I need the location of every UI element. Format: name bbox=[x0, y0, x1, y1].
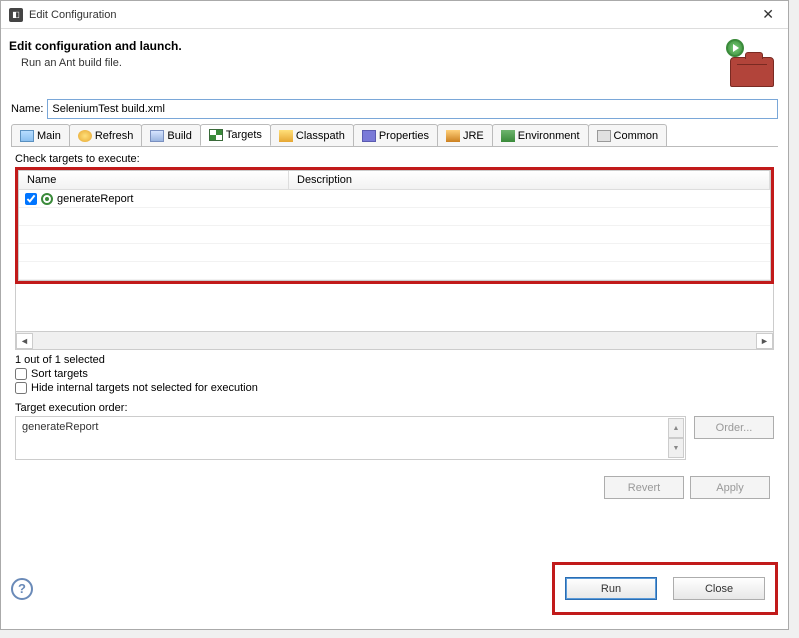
header-subtitle: Run an Ant build file. bbox=[9, 57, 720, 69]
edit-configuration-dialog: ◧ Edit Configuration ✕ Edit configuratio… bbox=[0, 0, 789, 630]
classpath-icon bbox=[279, 130, 293, 142]
execution-order-text: generateReport ▲ ▼ bbox=[15, 416, 686, 460]
execution-order-row: generateReport ▲ ▼ Order... bbox=[15, 416, 774, 460]
tab-bar: Main Refresh Build Targets Classpath Pro… bbox=[11, 123, 778, 147]
sort-targets-row: Sort targets bbox=[15, 368, 774, 380]
execution-order-label: Target execution order: bbox=[15, 402, 774, 414]
tab-common[interactable]: Common bbox=[588, 124, 668, 146]
table-row[interactable]: generateReport bbox=[19, 190, 770, 208]
content: Name: Main Refresh Build Targets Classpa… bbox=[1, 95, 788, 511]
close-button[interactable]: Close bbox=[673, 577, 765, 600]
run-close-highlight-box: Run Close bbox=[552, 562, 778, 615]
tab-refresh[interactable]: Refresh bbox=[69, 124, 143, 146]
col-description[interactable]: Description bbox=[289, 171, 770, 189]
header-text: Edit configuration and launch. Run an An… bbox=[9, 39, 720, 69]
table-row-empty bbox=[19, 244, 770, 262]
targets-panel: Check targets to execute: Name Descripti… bbox=[11, 147, 778, 503]
h-scrollbar[interactable]: ◄ ► bbox=[15, 332, 774, 350]
eclipse-icon: ◧ bbox=[9, 8, 23, 22]
table-row-empty bbox=[19, 208, 770, 226]
targets-highlight-box: Name Description generateReport bbox=[15, 167, 774, 284]
target-cell-name: generateReport bbox=[19, 193, 289, 205]
refresh-icon bbox=[78, 130, 92, 142]
name-label: Name: bbox=[11, 103, 43, 115]
targets-icon bbox=[209, 129, 223, 141]
properties-icon bbox=[362, 130, 376, 142]
targets-table-extra bbox=[15, 284, 774, 332]
revert-apply-row: Revert Apply bbox=[15, 476, 774, 499]
tab-build[interactable]: Build bbox=[141, 124, 200, 146]
target-icon bbox=[41, 193, 53, 205]
close-icon[interactable]: ✕ bbox=[756, 6, 780, 23]
hide-internal-row: Hide internal targets not selected for e… bbox=[15, 382, 774, 394]
apply-button[interactable]: Apply bbox=[690, 476, 770, 499]
titlebar: ◧ Edit Configuration ✕ bbox=[1, 1, 788, 29]
check-targets-label: Check targets to execute: bbox=[15, 153, 774, 165]
footer: ? Run Close bbox=[11, 562, 778, 615]
tab-environment[interactable]: Environment bbox=[492, 124, 589, 146]
tab-jre[interactable]: JRE bbox=[437, 124, 493, 146]
revert-button[interactable]: Revert bbox=[604, 476, 684, 499]
scroll-left-icon[interactable]: ◄ bbox=[16, 333, 33, 349]
spin-down-icon[interactable]: ▼ bbox=[668, 438, 684, 458]
execution-order-value: generateReport bbox=[22, 421, 98, 433]
hide-internal-label: Hide internal targets not selected for e… bbox=[31, 382, 258, 394]
window-title: Edit Configuration bbox=[29, 9, 756, 21]
name-input[interactable] bbox=[47, 99, 778, 119]
header-icon bbox=[720, 39, 774, 87]
spin-up-icon[interactable]: ▲ bbox=[668, 418, 684, 438]
tab-targets[interactable]: Targets bbox=[200, 124, 271, 146]
target-name: generateReport bbox=[57, 193, 133, 205]
tab-properties[interactable]: Properties bbox=[353, 124, 438, 146]
sort-targets-checkbox[interactable] bbox=[15, 368, 27, 380]
sort-targets-label: Sort targets bbox=[31, 368, 88, 380]
header: Edit configuration and launch. Run an An… bbox=[1, 29, 788, 95]
tab-classpath[interactable]: Classpath bbox=[270, 124, 354, 146]
toolbox-icon bbox=[730, 57, 774, 87]
environment-icon bbox=[501, 130, 515, 142]
selection-status: 1 out of 1 selected bbox=[15, 354, 774, 366]
col-name[interactable]: Name bbox=[19, 171, 289, 189]
common-icon bbox=[597, 130, 611, 142]
name-row: Name: bbox=[11, 99, 778, 119]
order-button[interactable]: Order... bbox=[694, 416, 774, 439]
target-checkbox[interactable] bbox=[25, 193, 37, 205]
scroll-right-icon[interactable]: ► bbox=[756, 333, 773, 349]
jre-icon bbox=[446, 130, 460, 142]
header-title: Edit configuration and launch. bbox=[9, 39, 720, 53]
targets-table: Name Description generateReport bbox=[18, 170, 771, 281]
order-spinner: ▲ ▼ bbox=[668, 418, 684, 458]
run-play-icon bbox=[726, 39, 744, 57]
main-icon bbox=[20, 130, 34, 142]
tab-main[interactable]: Main bbox=[11, 124, 70, 146]
help-icon[interactable]: ? bbox=[11, 578, 33, 600]
table-row-empty bbox=[19, 226, 770, 244]
run-button[interactable]: Run bbox=[565, 577, 657, 600]
build-icon bbox=[150, 130, 164, 142]
table-row-empty bbox=[19, 262, 770, 280]
targets-table-header: Name Description bbox=[19, 171, 770, 190]
hide-internal-checkbox[interactable] bbox=[15, 382, 27, 394]
